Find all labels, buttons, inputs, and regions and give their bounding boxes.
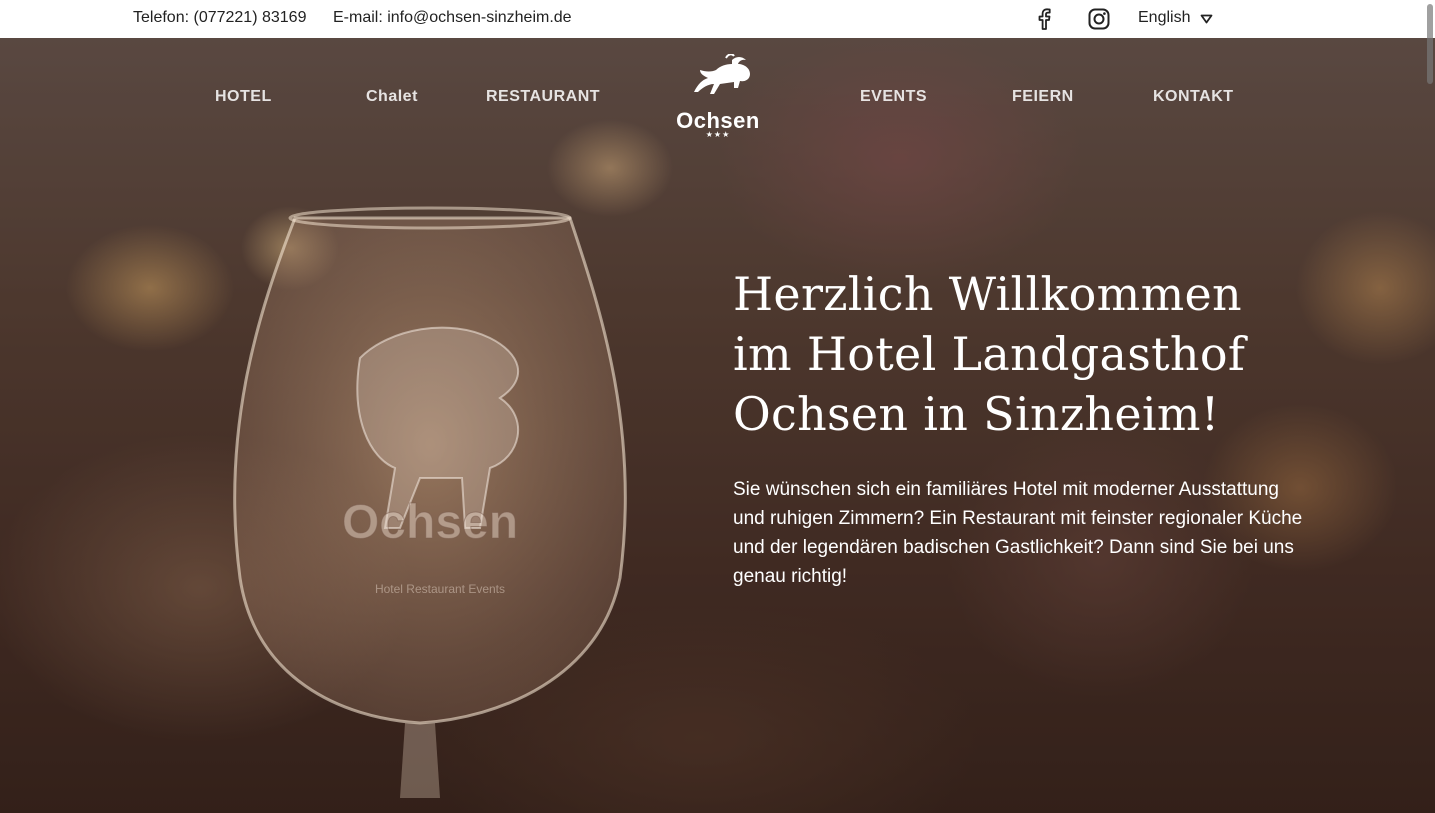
nav-feiern[interactable]: FEIERN (1012, 88, 1074, 106)
nav-kontakt[interactable]: KONTAKT (1153, 88, 1234, 106)
nav-hotel[interactable]: HOTEL (215, 88, 272, 106)
hero-headline: Herzlich Willkommen im Hotel Landgasthof… (733, 264, 1313, 444)
top-bar: Telefon: (077221) 83169 E-mail: info@och… (0, 0, 1435, 38)
facebook-icon[interactable] (1032, 7, 1056, 31)
nav-chalet[interactable]: Chalet (366, 88, 418, 106)
language-select[interactable]: English (1138, 9, 1213, 27)
nav-events[interactable]: EVENTS (860, 88, 927, 106)
headline-line-2: im Hotel Landgasthof (733, 327, 1246, 381)
glass-subtext: Hotel Restaurant Events (375, 582, 505, 596)
scrollbar[interactable] (1423, 0, 1435, 813)
bull-icon (694, 54, 750, 94)
scrollbar-thumb[interactable] (1427, 4, 1433, 84)
chevron-down-icon (1201, 14, 1213, 23)
ochsen-logo[interactable]: Ochsen ★★★ (668, 54, 768, 140)
language-label: English (1138, 9, 1191, 26)
email-link[interactable]: E-mail: info@ochsen-sinzheim.de (333, 9, 572, 27)
hero-intro-text: Sie wünschen sich ein familiäres Hotel m… (733, 479, 1303, 587)
headline-line-1: Herzlich Willkommen (733, 267, 1242, 321)
phone-link[interactable]: Telefon: (077221) 83169 (133, 9, 306, 27)
hero-section: Ochsen Hotel Restaurant Events HOTEL Cha… (0, 38, 1435, 813)
nav-restaurant[interactable]: RESTAURANT (486, 88, 600, 106)
glass-logo-text: Ochsen (342, 496, 518, 549)
instagram-icon[interactable] (1087, 7, 1111, 31)
logo-stars: ★★★ (705, 130, 731, 139)
headline-line-3: Ochsen in Sinzheim! (733, 387, 1220, 441)
wine-glass-image: Ochsen Hotel Restaurant Events (233, 206, 627, 798)
